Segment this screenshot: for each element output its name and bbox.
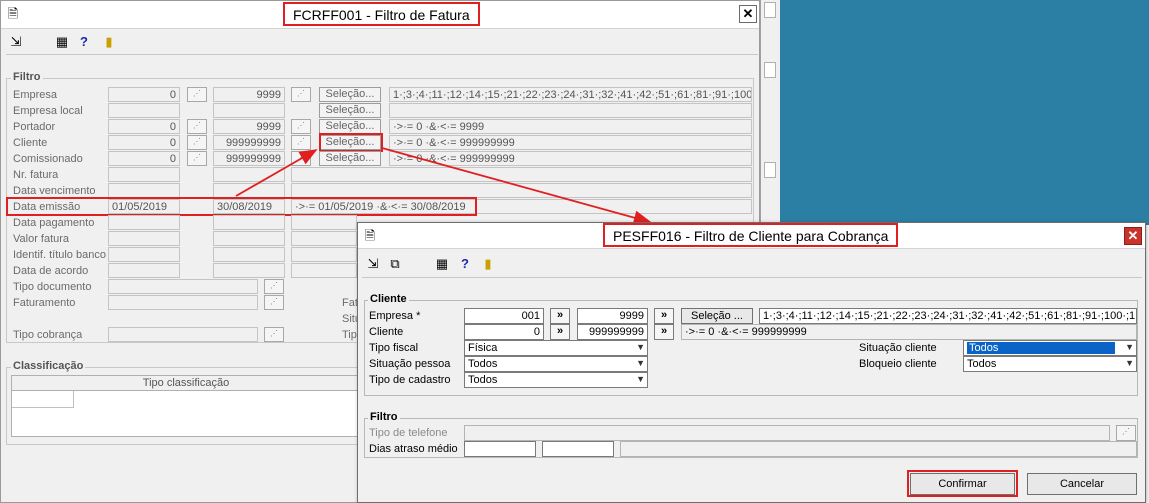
situacao-cliente-select[interactable]: Todos ▼ — [963, 340, 1137, 356]
situacao-pessoa-value: Todos — [468, 358, 498, 370]
dias-atraso-from-input[interactable] — [464, 441, 536, 457]
dias-atraso-to-input[interactable] — [542, 441, 614, 457]
cancelar-button[interactable]: Cancelar — [1027, 473, 1137, 495]
empresa-summary: 1·;3·;4·;11·;12·;14·;15·;21·;22·;23·;24·… — [759, 308, 1137, 324]
dialog-title: PESFF016 - Filtro de Cliente para Cobran… — [603, 223, 899, 247]
dialog-filtro-group-label: Filtro — [368, 411, 400, 423]
situacao-pessoa-select[interactable]: Todos ▼ — [464, 356, 648, 372]
tipo-cadastro-select[interactable]: Todos ▼ — [464, 372, 648, 388]
exit-door-icon[interactable]: ▮ — [480, 256, 496, 272]
copy-icon[interactable]: ⧉ — [387, 256, 403, 272]
empresa-selecao-button[interactable]: Seleção ... — [681, 308, 753, 324]
tipo-telefone-label: Tipo de telefone — [369, 427, 448, 439]
cliente-filter-dialog: 🗎 PESFF016 - Filtro de Cliente para Cobr… — [357, 222, 1146, 503]
cliente-from-lookup-button[interactable]: » — [550, 324, 570, 340]
tipo-fiscal-label: Tipo fiscal — [369, 342, 419, 354]
tipo-cadastro-value: Todos — [468, 374, 498, 386]
tipo-fiscal-select[interactable]: Física ▼ — [464, 340, 648, 356]
empresa-from-lookup-button[interactable]: » — [550, 308, 570, 324]
cliente-group-label: Cliente — [368, 293, 409, 305]
empresa-to-lookup-button[interactable]: » — [654, 308, 674, 324]
cliente-summary: ·>·= 0 ·&·<·= 999999999 — [681, 324, 1137, 340]
search-button: ⋰ — [1116, 425, 1136, 441]
tipo-fiscal-value: Física — [468, 342, 498, 354]
dias-atraso-summary — [620, 441, 1137, 457]
tipo-telefone-field — [464, 425, 1110, 441]
bloqueio-cliente-value: Todos — [967, 358, 997, 370]
document-icon: 🗎 — [364, 228, 376, 243]
cliente-label: Cliente — [369, 326, 404, 338]
empresa-label: Empresa * — [369, 310, 421, 322]
arrow-to-dialog — [381, 147, 652, 225]
table-icon[interactable]: ▦ — [434, 256, 450, 272]
bloqueio-cliente-label: Bloqueio cliente — [859, 358, 937, 370]
cliente-to-lookup-button[interactable]: » — [654, 324, 674, 340]
cliente-to-input[interactable]: 999999999 — [577, 324, 648, 340]
situacao-pessoa-label: Situação pessoa — [369, 358, 451, 370]
arrow-to-selecao — [235, 149, 318, 197]
dialog-close-button[interactable]: ✕ — [1124, 227, 1142, 245]
dialog-title-bar: 🗎 PESFF016 - Filtro de Cliente para Cobr… — [358, 223, 1145, 249]
empresa-from-input[interactable]: 001 — [464, 308, 544, 324]
tipo-cadastro-label: Tipo de cadastro — [369, 374, 451, 386]
export-icon[interactable]: ⇲ — [365, 256, 381, 272]
chevron-down-icon: ▼ — [1125, 342, 1134, 352]
chevron-down-icon: ▼ — [636, 342, 645, 352]
chevron-down-icon: ▼ — [636, 358, 645, 368]
highlight-confirmar — [907, 470, 1018, 497]
chevron-down-icon: ▼ — [636, 374, 645, 384]
toolbar-divider — [362, 277, 1142, 278]
situacao-cliente-label: Situação cliente — [859, 342, 937, 354]
chevron-down-icon: ▼ — [1125, 358, 1134, 368]
bloqueio-cliente-select[interactable]: Todos ▼ — [963, 356, 1137, 372]
help-icon[interactable]: ? — [457, 256, 473, 272]
empresa-to-input[interactable]: 9999 — [577, 308, 648, 324]
cliente-from-input[interactable]: 0 — [464, 324, 544, 340]
dias-atraso-label: Dias atraso médio — [369, 443, 458, 455]
situacao-cliente-value: Todos — [967, 342, 1115, 354]
